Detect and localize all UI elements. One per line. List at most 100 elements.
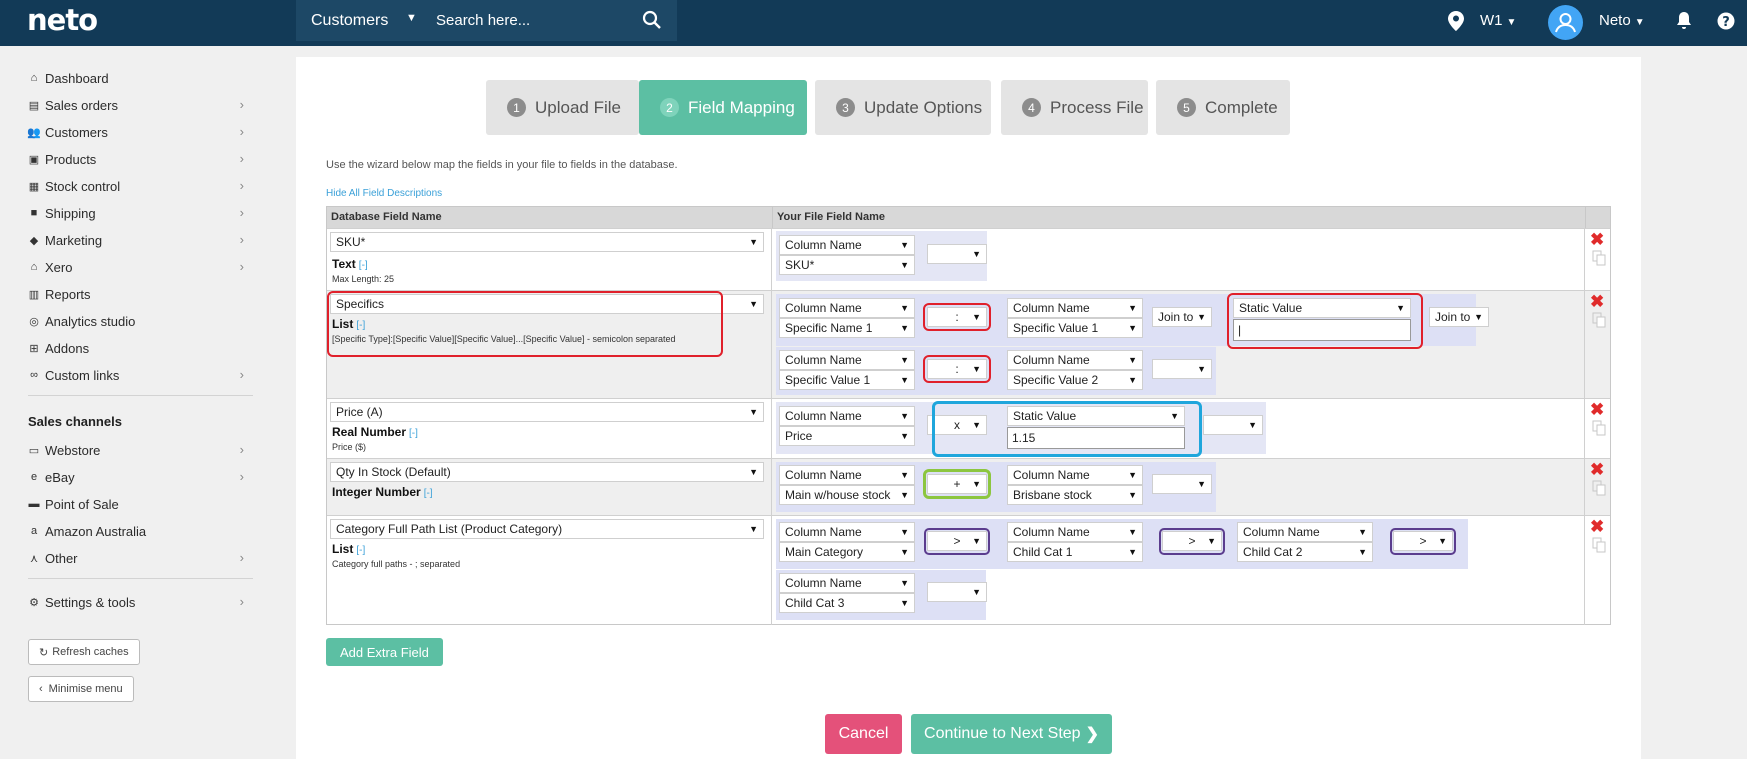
- source-type-select[interactable]: Column Name ▼: [1007, 298, 1143, 318]
- sidebar-item-addons[interactable]: ⊞ Addons: [28, 337, 250, 359]
- sidebar-item-products[interactable]: ▣ Products ›: [28, 148, 250, 170]
- chevron-down-icon: ▼: [1358, 547, 1367, 557]
- wizard-step-process-file[interactable]: 4 Process File: [1001, 80, 1148, 135]
- sidebar-item-marketing[interactable]: ◆ Marketing ›: [28, 229, 250, 251]
- neto-logo[interactable]: neto: [27, 3, 98, 37]
- highlight-operator: [923, 355, 991, 383]
- delete-row-icon[interactable]: ✖: [1590, 517, 1604, 537]
- wizard-step-complete[interactable]: 5 Complete: [1156, 80, 1290, 135]
- column-select[interactable]: Child Cat 3 ▼: [779, 593, 915, 613]
- copy-row-icon[interactable]: [1592, 420, 1606, 436]
- column-select[interactable]: Child Cat 2 ▼: [1237, 542, 1373, 562]
- chevron-down-icon: ▼: [900, 375, 909, 385]
- sidebar-item-amazon-australia[interactable]: a Amazon Australia: [28, 520, 250, 542]
- refresh-caches-button[interactable]: ↻ Refresh caches: [28, 639, 140, 665]
- chevron-down-icon: ▼: [1358, 527, 1367, 537]
- database-field-select[interactable]: Qty In Stock (Default) ▼: [330, 462, 764, 482]
- location-pin-icon[interactable]: [1448, 11, 1464, 31]
- join-select[interactable]: ▼: [1152, 474, 1212, 494]
- join-select[interactable]: ▼: [1152, 359, 1212, 379]
- column-header-database-field: Database Field Name: [327, 207, 772, 228]
- chevron-down-icon: ▼: [1128, 323, 1137, 333]
- sidebar-item-dashboard[interactable]: ⌂ Dashboard: [28, 67, 250, 89]
- column-select[interactable]: Specific Value 1 ▼: [779, 370, 915, 390]
- sidebar-item-customers[interactable]: 👥 Customers ›: [27, 121, 250, 143]
- sidebar-item-other[interactable]: ⋏ Other ›: [28, 547, 250, 569]
- copy-row-icon[interactable]: [1592, 537, 1606, 553]
- bell-icon[interactable]: [1675, 11, 1693, 31]
- continue-next-step-button[interactable]: Continue to Next Step ❯: [911, 714, 1112, 754]
- source-type-select[interactable]: Column Name ▼: [779, 522, 915, 542]
- location-select[interactable]: W1 ▼: [1480, 12, 1516, 29]
- description-toggle[interactable]: [-]: [424, 488, 433, 499]
- sidebar-item-stock-control[interactable]: ▦ Stock control ›: [28, 175, 250, 197]
- hide-field-descriptions-link[interactable]: Hide All Field Descriptions: [326, 188, 442, 199]
- source-type-select[interactable]: Column Name ▼: [1007, 522, 1143, 542]
- database-field-select[interactable]: SKU* ▼: [330, 232, 764, 252]
- description-toggle[interactable]: [-]: [356, 545, 365, 556]
- column-select[interactable]: Price ▼: [779, 426, 915, 446]
- sidebar-item-settings-tools[interactable]: ⚙ Settings & tools ›: [28, 591, 250, 613]
- wizard-intro-text: Use the wizard below map the fields in y…: [326, 159, 678, 171]
- sidebar-item-custom-links[interactable]: ∞ Custom links ›: [28, 364, 250, 386]
- delete-row-icon[interactable]: ✖: [1590, 460, 1604, 480]
- source-type-select[interactable]: Column Name ▼: [779, 350, 915, 370]
- sidebar-item-xero[interactable]: ⌂ Xero ›: [28, 256, 250, 278]
- operator-select[interactable]: ▼: [927, 244, 987, 264]
- sidebar-item-point-of-sale[interactable]: ▬ Point of Sale: [28, 493, 250, 515]
- help-icon[interactable]: ?: [1717, 11, 1735, 31]
- join-select[interactable]: ▼: [1203, 415, 1263, 435]
- sidebar-item-sales-orders[interactable]: ▤ Sales orders ›: [28, 94, 250, 116]
- join-select[interactable]: Join to ▼: [1152, 307, 1212, 327]
- search-input[interactable]: [436, 7, 636, 34]
- source-type-select[interactable]: Column Name ▼: [1007, 350, 1143, 370]
- sidebar-item-reports[interactable]: ▥ Reports: [28, 283, 250, 305]
- column-select[interactable]: Specific Value 2 ▼: [1007, 370, 1143, 390]
- column-select[interactable]: Main Category ▼: [779, 542, 915, 562]
- column-select[interactable]: Main w/house stock ▼: [779, 485, 915, 505]
- sidebar-item-analytics-studio[interactable]: ◎ Analytics studio: [28, 310, 250, 332]
- sidebar-item-ebay[interactable]: e eBay ›: [28, 466, 250, 488]
- user-menu[interactable]: Neto ▼: [1599, 12, 1645, 29]
- minimise-menu-button[interactable]: ‹ Minimise menu: [28, 676, 134, 702]
- column-select[interactable]: Child Cat 1 ▼: [1007, 542, 1143, 562]
- chevron-down-icon[interactable]: ▼: [406, 12, 417, 24]
- add-extra-field-button[interactable]: Add Extra Field: [326, 638, 443, 666]
- source-type-select[interactable]: Column Name ▼: [779, 465, 915, 485]
- sidebar-item-webstore[interactable]: ▭ Webstore ›: [28, 439, 250, 461]
- source-type-select[interactable]: Column Name ▼: [1237, 522, 1373, 542]
- cancel-button[interactable]: Cancel: [825, 714, 902, 754]
- operator-select[interactable]: ▼: [927, 582, 987, 602]
- delete-row-icon[interactable]: ✖: [1590, 230, 1604, 250]
- wizard-step-field-mapping[interactable]: 2 Field Mapping: [639, 80, 807, 135]
- column-select[interactable]: Brisbane stock ▼: [1007, 485, 1143, 505]
- source-type-select[interactable]: Column Name ▼: [1007, 465, 1143, 485]
- search-scope-select[interactable]: Customers: [311, 12, 388, 30]
- column-select[interactable]: Specific Name 1 ▼: [779, 318, 915, 338]
- search-icon[interactable]: [641, 9, 663, 31]
- box-icon: ▣: [28, 153, 40, 166]
- sidebar-item-shipping[interactable]: ■ Shipping ›: [28, 202, 250, 224]
- users-icon: 👥: [27, 126, 41, 139]
- wizard-step-update-options[interactable]: 3 Update Options: [815, 80, 991, 135]
- source-type-select[interactable]: Column Name ▼: [779, 235, 915, 255]
- chevron-down-icon: ▼: [1128, 375, 1137, 385]
- copy-row-icon[interactable]: [1592, 250, 1606, 266]
- database-field-select[interactable]: Category Full Path List (Product Categor…: [330, 519, 764, 539]
- source-type-select[interactable]: Column Name ▼: [779, 573, 915, 593]
- delete-row-icon[interactable]: ✖: [1590, 292, 1604, 312]
- description-toggle[interactable]: [-]: [359, 260, 368, 271]
- source-type-select[interactable]: Column Name ▼: [779, 298, 915, 318]
- avatar[interactable]: [1548, 5, 1583, 40]
- column-select[interactable]: SKU* ▼: [779, 255, 915, 275]
- column-select[interactable]: Specific Value 1 ▼: [1007, 318, 1143, 338]
- description-toggle[interactable]: [-]: [409, 428, 418, 439]
- copy-row-icon[interactable]: [1592, 480, 1606, 496]
- copy-row-icon[interactable]: [1592, 312, 1606, 328]
- join-select[interactable]: Join to ▼: [1429, 307, 1489, 327]
- table-row: Qty In Stock (Default) ▼ Integer Number [-…: [327, 458, 1610, 515]
- source-type-select[interactable]: Column Name ▼: [779, 406, 915, 426]
- wizard-step-upload-file[interactable]: 1 Upload File: [486, 80, 639, 135]
- database-field-select[interactable]: Price (A) ▼: [330, 402, 764, 422]
- delete-row-icon[interactable]: ✖: [1590, 400, 1604, 420]
